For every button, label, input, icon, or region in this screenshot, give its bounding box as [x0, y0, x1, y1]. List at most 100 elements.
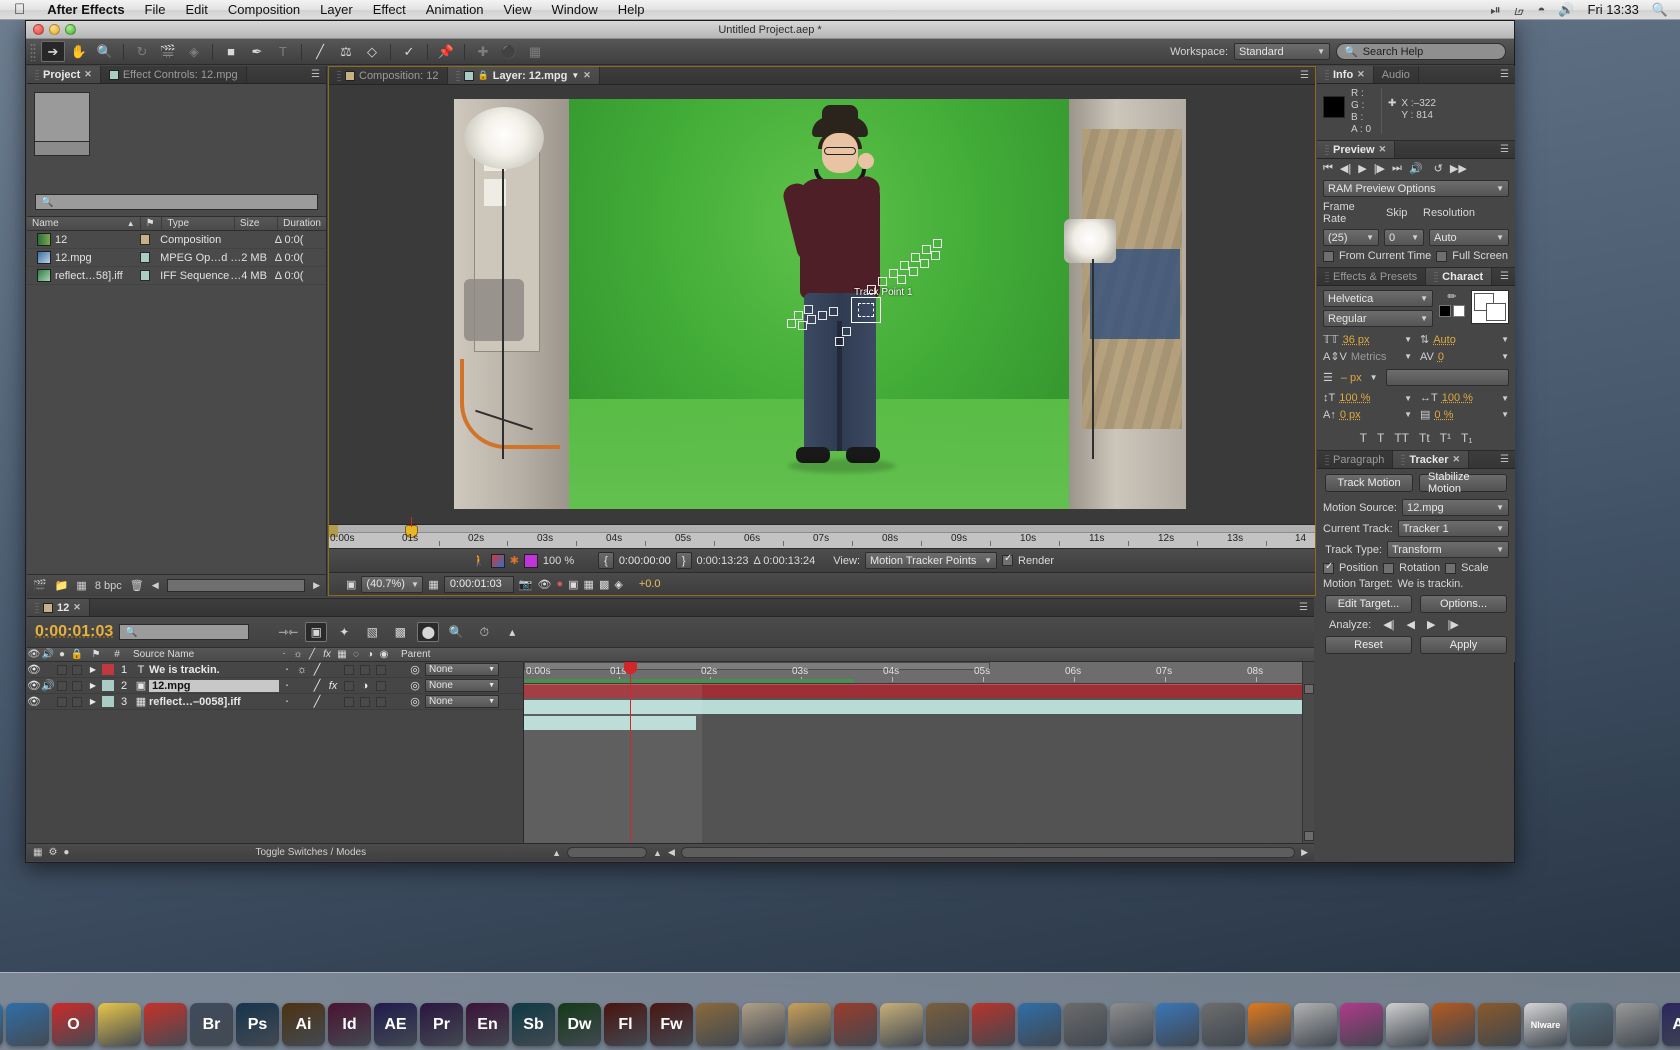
- new-folder-icon[interactable]: 📁: [55, 579, 69, 592]
- dock-item-aftereffects2[interactable]: AE: [1662, 1003, 1680, 1046]
- parent-select[interactable]: None ▼: [425, 663, 499, 676]
- zoom-select[interactable]: (40.7%) ▼: [361, 575, 424, 593]
- brush-tool[interactable]: ╱: [308, 41, 332, 62]
- tab-layer[interactable]: 🔒 Layer: 12.mpg ▼ ✕: [447, 67, 600, 84]
- dock-item-premiere[interactable]: Pr: [420, 1003, 463, 1046]
- three-d-toggle[interactable]: [389, 662, 405, 677]
- current-track-select[interactable]: Tracker 1 ▼: [1397, 520, 1509, 537]
- label-color[interactable]: [101, 678, 115, 693]
- parent-pickwhip-icon[interactable]: ◎: [405, 662, 425, 677]
- tracker-panel-menu-button[interactable]: ☰: [1494, 451, 1515, 468]
- track-type-select[interactable]: Transform ▼: [1387, 541, 1509, 558]
- motion-blur-icon[interactable]: ▩: [389, 622, 411, 642]
- dock-item-duck[interactable]: [98, 1003, 141, 1046]
- dock-item-dreamweaver[interactable]: Dw: [558, 1003, 601, 1046]
- adjustment-toggle[interactable]: [373, 694, 389, 709]
- tab-character[interactable]: Charact: [1426, 268, 1493, 285]
- dock-item-app30[interactable]: [1294, 1003, 1337, 1046]
- motion-blur-footer-icon[interactable]: ●: [63, 847, 69, 858]
- brainstorm-icon[interactable]: ⬤: [417, 622, 440, 642]
- menu-animation[interactable]: Animation: [416, 2, 494, 17]
- dock-item-app20[interactable]: [834, 1003, 877, 1046]
- menu-help[interactable]: Help: [608, 2, 655, 17]
- comp-flowchart-icon[interactable]: ▦: [33, 847, 42, 858]
- anchor-point-tool[interactable]: ✚: [471, 41, 495, 62]
- 3d-view-icon[interactable]: ◈: [614, 578, 622, 591]
- tab-audio[interactable]: Audio: [1373, 66, 1419, 83]
- dock-item-flash[interactable]: Fl: [604, 1003, 647, 1046]
- three-d-toggle[interactable]: [389, 694, 405, 709]
- stroke-type-select[interactable]: [1385, 369, 1509, 386]
- frame-blending-icon[interactable]: ▧: [361, 622, 383, 642]
- zoom-in-icon[interactable]: ▲: [653, 848, 662, 858]
- shape-tool[interactable]: ■: [219, 41, 243, 62]
- live-update-icon[interactable]: ⇾⇽: [277, 622, 299, 642]
- vertical-scale-control[interactable]: ↕T 100 % ▼: [1323, 392, 1412, 404]
- timeline-vertical-scrollbar[interactable]: [1302, 662, 1314, 843]
- workspace-select[interactable]: Standard ▼: [1234, 43, 1330, 60]
- character-panel-menu-button[interactable]: ☰: [1494, 268, 1515, 285]
- apply-button[interactable]: Apply: [1420, 636, 1507, 654]
- puppet-pin-tool[interactable]: 📌: [434, 41, 458, 62]
- dock-item-acrobat[interactable]: [144, 1003, 187, 1046]
- snapshot-icon[interactable]: 📷: [519, 578, 533, 591]
- ram-preview-icon[interactable]: ▶▶: [1450, 162, 1467, 175]
- comp-mini-flowchart-icon[interactable]: 🔍: [445, 622, 467, 642]
- play-icon[interactable]: ▶: [1358, 162, 1366, 175]
- menu-window[interactable]: Window: [541, 2, 607, 17]
- audio-toggle[interactable]: [41, 662, 55, 677]
- viewer-time-ruler[interactable]: 0:00s 01s 02s 03s 04s 05s 06s 07s 08s 09…: [329, 517, 1315, 548]
- draft-3d-icon[interactable]: ▣: [305, 622, 328, 642]
- label-color[interactable]: [101, 662, 115, 677]
- menu-composition[interactable]: Composition: [218, 2, 310, 17]
- zoom-out-icon[interactable]: ▲: [552, 848, 561, 858]
- menu-edit[interactable]: Edit: [176, 2, 218, 17]
- audio-icon[interactable]: 🔊: [1409, 162, 1423, 175]
- layer-source-name[interactable]: We is trackin.: [149, 664, 279, 676]
- tab-effect-controls[interactable]: Effect Controls: 12.mpg: [100, 66, 247, 83]
- horizontal-scale-control[interactable]: ↔T 100 % ▼: [1420, 392, 1509, 404]
- motion-source-select[interactable]: 12.mpg ▼: [1401, 499, 1509, 516]
- prev-frame-icon[interactable]: ◀|: [1340, 162, 1351, 175]
- dock-item-vmware[interactable]: Nlware: [1524, 1003, 1567, 1046]
- collapse-toggle[interactable]: [295, 694, 309, 709]
- faux-italic-button[interactable]: T: [1377, 431, 1384, 445]
- close-icon[interactable]: ✕: [1453, 454, 1461, 465]
- collapse-toggle[interactable]: ☼: [295, 662, 309, 677]
- stroke-none-icon[interactable]: [1453, 305, 1465, 317]
- resolution-icon[interactable]: ▦: [428, 578, 438, 591]
- dock-item-opera[interactable]: O: [52, 1003, 95, 1046]
- motion-blur-toggle[interactable]: [357, 694, 373, 709]
- horizontal-scrollbar[interactable]: [166, 579, 306, 592]
- from-current-time-checkbox[interactable]: [1323, 250, 1334, 262]
- text-tool[interactable]: T: [271, 41, 295, 62]
- lock-toggle[interactable]: [69, 694, 85, 709]
- dock-item-vlc[interactable]: [1248, 1003, 1291, 1046]
- parent-pickwhip-icon[interactable]: ◎: [405, 694, 425, 709]
- dock-item-firefox[interactable]: [6, 1003, 49, 1046]
- baseline-shift-control[interactable]: A↑ 0 px ▼: [1323, 408, 1412, 421]
- dock-item-safari[interactable]: [0, 1003, 3, 1046]
- delete-icon[interactable]: 🗑: [130, 579, 144, 592]
- parent-select[interactable]: None ▼: [425, 679, 499, 692]
- collapse-toggle[interactable]: [295, 678, 309, 693]
- dock-item-app18[interactable]: [742, 1003, 785, 1046]
- frame-blend-toggle[interactable]: [341, 678, 357, 693]
- video-toggle[interactable]: 👁: [27, 678, 41, 693]
- video-canvas[interactable]: Track Point 1: [329, 85, 1315, 524]
- parent-pickwhip-icon[interactable]: ◎: [405, 678, 425, 693]
- time-offset-value[interactable]: +0.0: [639, 578, 661, 590]
- mask-tool[interactable]: ▦: [523, 41, 547, 62]
- adjustment-toggle[interactable]: [373, 662, 389, 677]
- fit-icon[interactable]: ▣: [346, 578, 356, 591]
- dock-item-bridge[interactable]: Br: [190, 1003, 233, 1046]
- analyze-forward-icon[interactable]: ▶: [1427, 618, 1435, 631]
- tab-tracker[interactable]: Tracker ✕: [1393, 451, 1470, 468]
- eyedropper-icon[interactable]: ✏: [1447, 290, 1456, 303]
- dock-item-garageband[interactable]: [1478, 1003, 1521, 1046]
- track-motion-button[interactable]: Track Motion: [1325, 474, 1413, 492]
- motion-blur-icon[interactable]: 🚶: [472, 554, 486, 567]
- dock-item-itunes[interactable]: [1340, 1003, 1383, 1046]
- text-color-swatch[interactable]: [1471, 290, 1509, 324]
- table-row[interactable]: 👁 ▶ 3 ▦ reflect…–0058].iff ⋅ ╱ ◎ None ▼: [27, 694, 523, 710]
